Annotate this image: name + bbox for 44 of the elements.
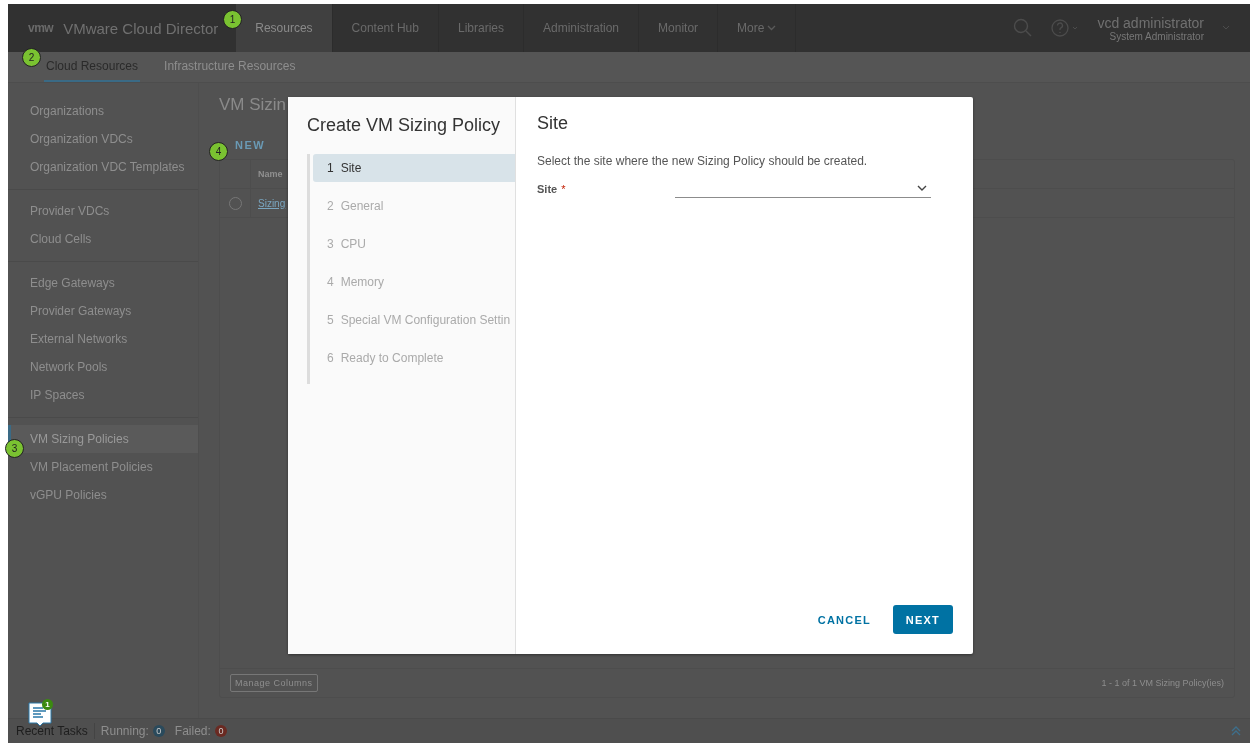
- sidebar-item[interactable]: Organization VDCs: [8, 125, 198, 153]
- failed-count: 0: [214, 725, 227, 737]
- help-icon[interactable]: [1051, 18, 1080, 38]
- sidebar-item[interactable]: vGPU Policies: [8, 481, 198, 509]
- sidebar-item[interactable]: Edge Gateways: [8, 269, 198, 297]
- nav-tab[interactable]: Resources: [236, 4, 333, 52]
- app-title: VMware Cloud Director: [63, 19, 219, 37]
- search-icon[interactable]: [1013, 18, 1034, 38]
- expand-icon[interactable]: [1230, 725, 1242, 737]
- field-label: Site *: [537, 183, 567, 195]
- dialog-title: Create VM Sizing Policy: [307, 115, 502, 136]
- logo: vmw: [28, 21, 54, 35]
- wizard-step[interactable]: 5 Special VM Configuration Settin: [313, 306, 515, 334]
- sub-tab[interactable]: Infrastructure Resources: [162, 52, 298, 82]
- failed-label: Failed:: [174, 724, 211, 738]
- cancel-button[interactable]: CANCEL: [807, 605, 881, 634]
- wizard-step[interactable]: 1 Site: [313, 154, 515, 182]
- column-header[interactable]: Name: [251, 169, 283, 179]
- step-heading: Site: [537, 113, 570, 134]
- caret-icon[interactable]: [1222, 25, 1230, 31]
- sidebar-item[interactable]: Network Pools: [8, 353, 198, 381]
- sidebar-item[interactable]: Provider Gateways: [8, 297, 198, 325]
- sidebar-item[interactable]: Provider VDCs: [8, 197, 198, 225]
- wizard-step[interactable]: 6 Ready to Complete: [313, 344, 515, 372]
- wizard-step[interactable]: 4 Memory: [313, 268, 515, 296]
- sidebar-item[interactable]: External Networks: [8, 325, 198, 353]
- new-button[interactable]: NEW: [235, 139, 266, 151]
- running-count: 0: [152, 725, 165, 737]
- wizard-step[interactable]: 2 General: [313, 192, 515, 220]
- step-description: Select the site where the new Sizing Policy should be created.: [537, 154, 869, 168]
- user-name[interactable]: vcd administrator: [1097, 14, 1204, 31]
- sidebar-item[interactable]: Cloud Cells: [8, 225, 198, 253]
- policy-link[interactable]: Sizing: [251, 197, 286, 209]
- sidebar-item[interactable]: Organization VDC Templates: [8, 153, 198, 181]
- wizard-step[interactable]: 3 CPU: [313, 230, 515, 258]
- notification-badge: 1: [42, 699, 53, 710]
- sidebar-item[interactable]: IP Spaces: [8, 381, 198, 409]
- user-role: System Administrator: [1109, 30, 1204, 42]
- page-title: VM Sizin: [219, 95, 287, 116]
- next-button[interactable]: NEXT: [892, 605, 953, 634]
- sidebar-item[interactable]: Organizations: [8, 97, 198, 125]
- caret-icon: [767, 25, 777, 31]
- running-label: Running:: [100, 724, 149, 738]
- chevron-icon: [917, 185, 927, 192]
